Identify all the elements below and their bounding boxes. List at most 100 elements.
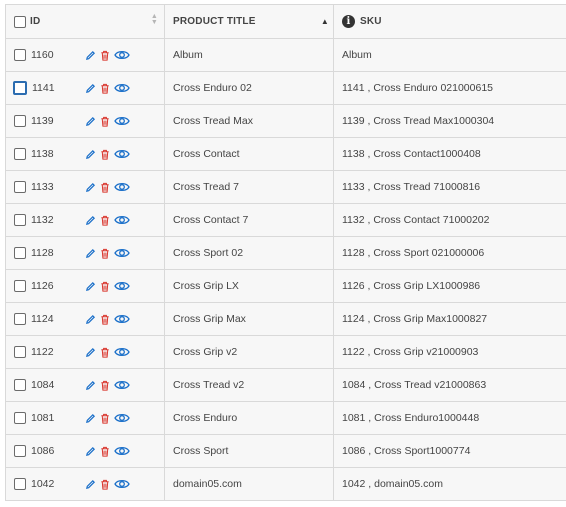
- edit-icon[interactable]: [85, 347, 96, 358]
- delete-icon[interactable]: [100, 50, 110, 61]
- table-row[interactable]: 1160 Album Album: [6, 39, 566, 72]
- cell-id: 1160: [6, 39, 165, 71]
- view-icon[interactable]: [114, 115, 130, 127]
- table-row[interactable]: 1132 Cross Contact 7 1132 , Cross Contact …: [6, 204, 566, 237]
- cell-sku: 1141 , Cross Enduro 021000615: [334, 72, 566, 104]
- view-icon[interactable]: [114, 478, 130, 490]
- edit-icon[interactable]: [85, 83, 96, 94]
- delete-icon[interactable]: [100, 479, 110, 490]
- cell-product-title: Cross Grip v2: [165, 336, 334, 368]
- row-actions: [85, 138, 130, 170]
- table-row[interactable]: 1126 Cross Grip LX 1126 , Cross Grip LX100…: [6, 270, 566, 303]
- edit-icon[interactable]: [85, 446, 96, 457]
- row-checkbox[interactable]: [14, 445, 26, 457]
- row-sku: 1124 , Cross Grip Max1000827: [342, 313, 488, 325]
- table-row[interactable]: 1086 Cross Sport 1086 , Cross Sport1000774: [6, 435, 566, 468]
- row-checkbox[interactable]: [14, 115, 26, 127]
- view-icon[interactable]: [114, 214, 130, 226]
- select-all-checkbox[interactable]: [14, 15, 26, 28]
- delete-icon[interactable]: [100, 347, 110, 358]
- delete-icon[interactable]: [100, 248, 110, 259]
- row-checkbox[interactable]: [13, 81, 27, 95]
- table-row[interactable]: 1122 Cross Grip v2 1122 , Cross Grip v2100…: [6, 336, 566, 369]
- edit-icon[interactable]: [85, 50, 96, 61]
- cell-id: 1141: [6, 72, 165, 104]
- header-product-title[interactable]: PRODUCT TITLE ▲: [165, 5, 334, 38]
- row-sku: 1042 , domain05.com: [342, 478, 443, 490]
- row-checkbox[interactable]: [14, 313, 26, 325]
- view-icon[interactable]: [114, 247, 130, 259]
- row-checkbox[interactable]: [14, 181, 26, 193]
- header-sku[interactable]: i SKU: [334, 5, 566, 38]
- edit-icon[interactable]: [85, 215, 96, 226]
- view-icon[interactable]: [114, 82, 130, 94]
- row-id: 1141: [32, 82, 55, 94]
- cell-product-title: Cross Enduro: [165, 402, 334, 434]
- cell-product-title: Cross Grip LX: [165, 270, 334, 302]
- delete-icon[interactable]: [100, 281, 110, 292]
- sort-ascending-icon[interactable]: ▲: [321, 17, 329, 26]
- edit-icon[interactable]: [85, 314, 96, 325]
- info-icon[interactable]: i: [342, 15, 355, 28]
- table-row[interactable]: 1128 Cross Sport 02 1128 , Cross Sport 021…: [6, 237, 566, 270]
- edit-icon[interactable]: [85, 413, 96, 424]
- delete-icon[interactable]: [100, 413, 110, 424]
- view-icon[interactable]: [114, 346, 130, 358]
- table-row[interactable]: 1139 Cross Tread Max 1139 , Cross Tread Ma…: [6, 105, 566, 138]
- delete-icon[interactable]: [100, 116, 110, 127]
- row-checkbox[interactable]: [14, 412, 26, 424]
- row-id: 1122: [31, 346, 54, 358]
- view-icon[interactable]: [114, 313, 130, 325]
- row-sku: 1141 , Cross Enduro 021000615: [342, 82, 493, 94]
- row-sku: 1128 , Cross Sport 021000006: [342, 247, 485, 259]
- row-checkbox[interactable]: [14, 247, 26, 259]
- view-icon[interactable]: [114, 379, 130, 391]
- header-id[interactable]: ID ▲ ▼: [6, 5, 165, 38]
- edit-icon[interactable]: [85, 479, 96, 490]
- view-icon[interactable]: [114, 412, 130, 424]
- delete-icon[interactable]: [100, 149, 110, 160]
- delete-icon[interactable]: [100, 83, 110, 94]
- delete-icon[interactable]: [100, 182, 110, 193]
- table-row[interactable]: 1042 domain05.com 1042 , domain05.com: [6, 468, 566, 501]
- row-checkbox[interactable]: [14, 214, 26, 226]
- delete-icon[interactable]: [100, 446, 110, 457]
- row-actions: [85, 204, 130, 236]
- delete-icon[interactable]: [100, 215, 110, 226]
- table-row[interactable]: 1084 Cross Tread v2 1084 , Cross Tread v21…: [6, 369, 566, 402]
- view-icon[interactable]: [114, 181, 130, 193]
- cell-sku: 1086 , Cross Sport1000774: [334, 435, 566, 467]
- delete-icon[interactable]: [100, 380, 110, 391]
- row-checkbox[interactable]: [14, 478, 26, 490]
- edit-icon[interactable]: [85, 182, 96, 193]
- row-id: 1160: [31, 49, 54, 61]
- view-icon[interactable]: [114, 49, 130, 61]
- row-sku: 1133 , Cross Tread 71000816: [342, 181, 481, 193]
- table-row[interactable]: 1081 Cross Enduro 1081 , Cross Enduro10004…: [6, 402, 566, 435]
- edit-icon[interactable]: [85, 116, 96, 127]
- table-row[interactable]: 1133 Cross Tread 7 1133 , Cross Tread 7100…: [6, 171, 566, 204]
- sort-both-icon[interactable]: ▲ ▼: [151, 13, 158, 26]
- table-row[interactable]: 1124 Cross Grip Max 1124 , Cross Grip Max1…: [6, 303, 566, 336]
- edit-icon[interactable]: [85, 149, 96, 160]
- row-sku: 1081 , Cross Enduro1000448: [342, 412, 480, 424]
- cell-id: 1133: [6, 171, 165, 203]
- view-icon[interactable]: [114, 445, 130, 457]
- row-checkbox[interactable]: [14, 49, 26, 61]
- row-title: Cross Grip Max: [173, 313, 246, 325]
- row-sku: 1086 , Cross Sport1000774: [342, 445, 471, 457]
- row-checkbox[interactable]: [14, 280, 26, 292]
- delete-icon[interactable]: [100, 314, 110, 325]
- row-checkbox[interactable]: [14, 148, 26, 160]
- table-row[interactable]: 1141 Cross Enduro 02 1141 , Cross Enduro 0…: [6, 72, 566, 105]
- row-checkbox[interactable]: [14, 379, 26, 391]
- table-row[interactable]: 1138 Cross Contact 1138 , Cross Contact100…: [6, 138, 566, 171]
- row-checkbox[interactable]: [14, 346, 26, 358]
- edit-icon[interactable]: [85, 380, 96, 391]
- row-actions: [85, 369, 130, 401]
- view-icon[interactable]: [114, 280, 130, 292]
- cell-product-title: Album: [165, 39, 334, 71]
- edit-icon[interactable]: [85, 248, 96, 259]
- edit-icon[interactable]: [85, 281, 96, 292]
- view-icon[interactable]: [114, 148, 130, 160]
